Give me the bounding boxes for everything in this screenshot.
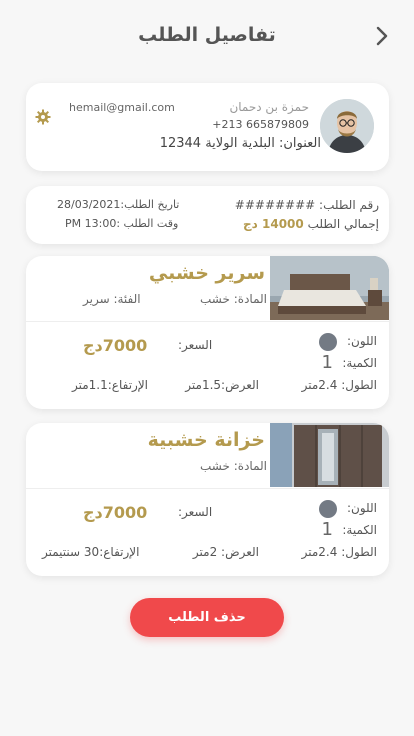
product-image-wardrobe [270,423,389,487]
order-total-label: إجمالي الطلب [307,217,379,231]
length-value: الطول: 2.4متر [301,378,377,392]
product-name: سرير خشبي [148,262,265,284]
product-category: الفئة: سرير [83,292,141,306]
product-material: المادة: خشب [200,292,267,306]
order-date: تاريخ الطلب:28/03/2021 [57,198,180,211]
order-summary-card: رقم الطلب: ######## إجمالي الطلب 14000 د… [26,186,389,244]
quantity-value: 1 [321,519,333,540]
price-value: 7000دج [83,503,148,522]
height-value: الإرتفاع:30 سنتيمتر [42,545,140,559]
product-card[interactable]: سرير خشبي المادة: خشب الفئة: سرير اللون:… [26,256,389,409]
page-title: تفاصيل الطلب [138,24,276,46]
customer-phone: +213 665879809 [212,118,309,131]
price-value: 7000دج [83,336,148,355]
product-image-bed [270,256,389,320]
quantity-label: الكمية: [342,356,377,370]
product-name: خزانة خشبية [147,429,265,451]
customer-email: hemail@gmail.com [69,101,175,114]
quantity-label: الكمية: [342,523,377,537]
color-label: اللون: [346,334,377,348]
divider [26,488,389,489]
customer-address: العنوان: البلدية الولاية 12344 [159,136,321,151]
order-time: وقت الطلب :13:00 PM [65,217,179,230]
order-number: رقم الطلب: ######## [234,198,379,212]
price-label: السعر: [178,338,213,352]
product-material: المادة: خشب [200,459,267,473]
customer-name: حمزة بن دحمان [229,100,309,114]
chevron-right-icon[interactable] [372,24,392,48]
order-total: إجمالي الطلب 14000 دج [243,217,379,231]
color-swatch [319,500,337,518]
delete-order-button[interactable]: حذف الطلب [130,598,284,637]
gear-icon[interactable] [35,109,51,125]
quantity-value: 1 [321,352,333,373]
color-swatch [319,333,337,351]
width-value: العرض: 2متر [192,545,259,559]
height-value: الإرتفاع:1.1متر [72,378,149,392]
color-label: اللون: [346,501,377,515]
price-label: السعر: [178,505,213,519]
width-value: العرض:1.5متر [185,378,259,392]
app-header: تفاصيل الطلب [0,0,414,72]
product-card[interactable]: خزانة خشبية المادة: خشب اللون: الكمية: 1… [26,423,389,576]
order-total-value: 14000 دج [243,217,304,231]
customer-card: حمزة بن دحمان +213 665879809 العنوان: ال… [26,83,389,171]
avatar [320,99,374,153]
length-value: الطول: 2.4متر [301,545,377,559]
divider [26,321,389,322]
